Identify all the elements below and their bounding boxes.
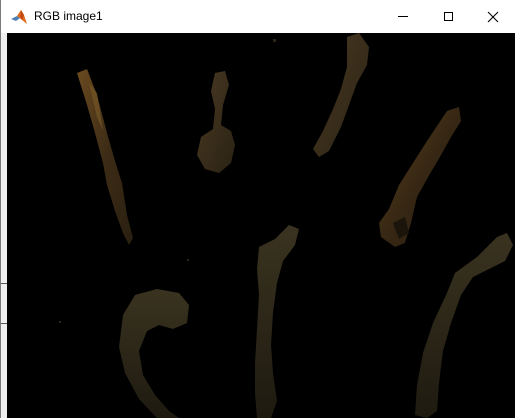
matlab-icon xyxy=(10,8,28,26)
close-icon xyxy=(487,11,499,22)
specimen-2 xyxy=(197,71,235,173)
specimen-5 xyxy=(255,225,299,418)
window-title: RGB image1 xyxy=(34,9,103,23)
figure-window: RGB image1 xyxy=(0,0,515,418)
noise-speck xyxy=(273,39,276,42)
maximize-button[interactable] xyxy=(430,0,466,33)
specimen-1 xyxy=(77,69,133,245)
title-bar[interactable]: RGB image1 xyxy=(1,0,515,33)
noise-speck xyxy=(187,259,189,261)
image-display xyxy=(59,33,513,418)
image-canvas[interactable] xyxy=(7,33,515,418)
noise-speck xyxy=(59,321,61,323)
close-button[interactable] xyxy=(475,0,511,33)
specimen-7 xyxy=(415,233,513,418)
specimen-4 xyxy=(379,107,461,247)
minimize-icon xyxy=(398,16,408,17)
minimize-button[interactable] xyxy=(385,0,421,33)
specimen-3 xyxy=(313,33,369,157)
specimen-6 xyxy=(119,289,189,418)
maximize-icon xyxy=(443,12,453,21)
